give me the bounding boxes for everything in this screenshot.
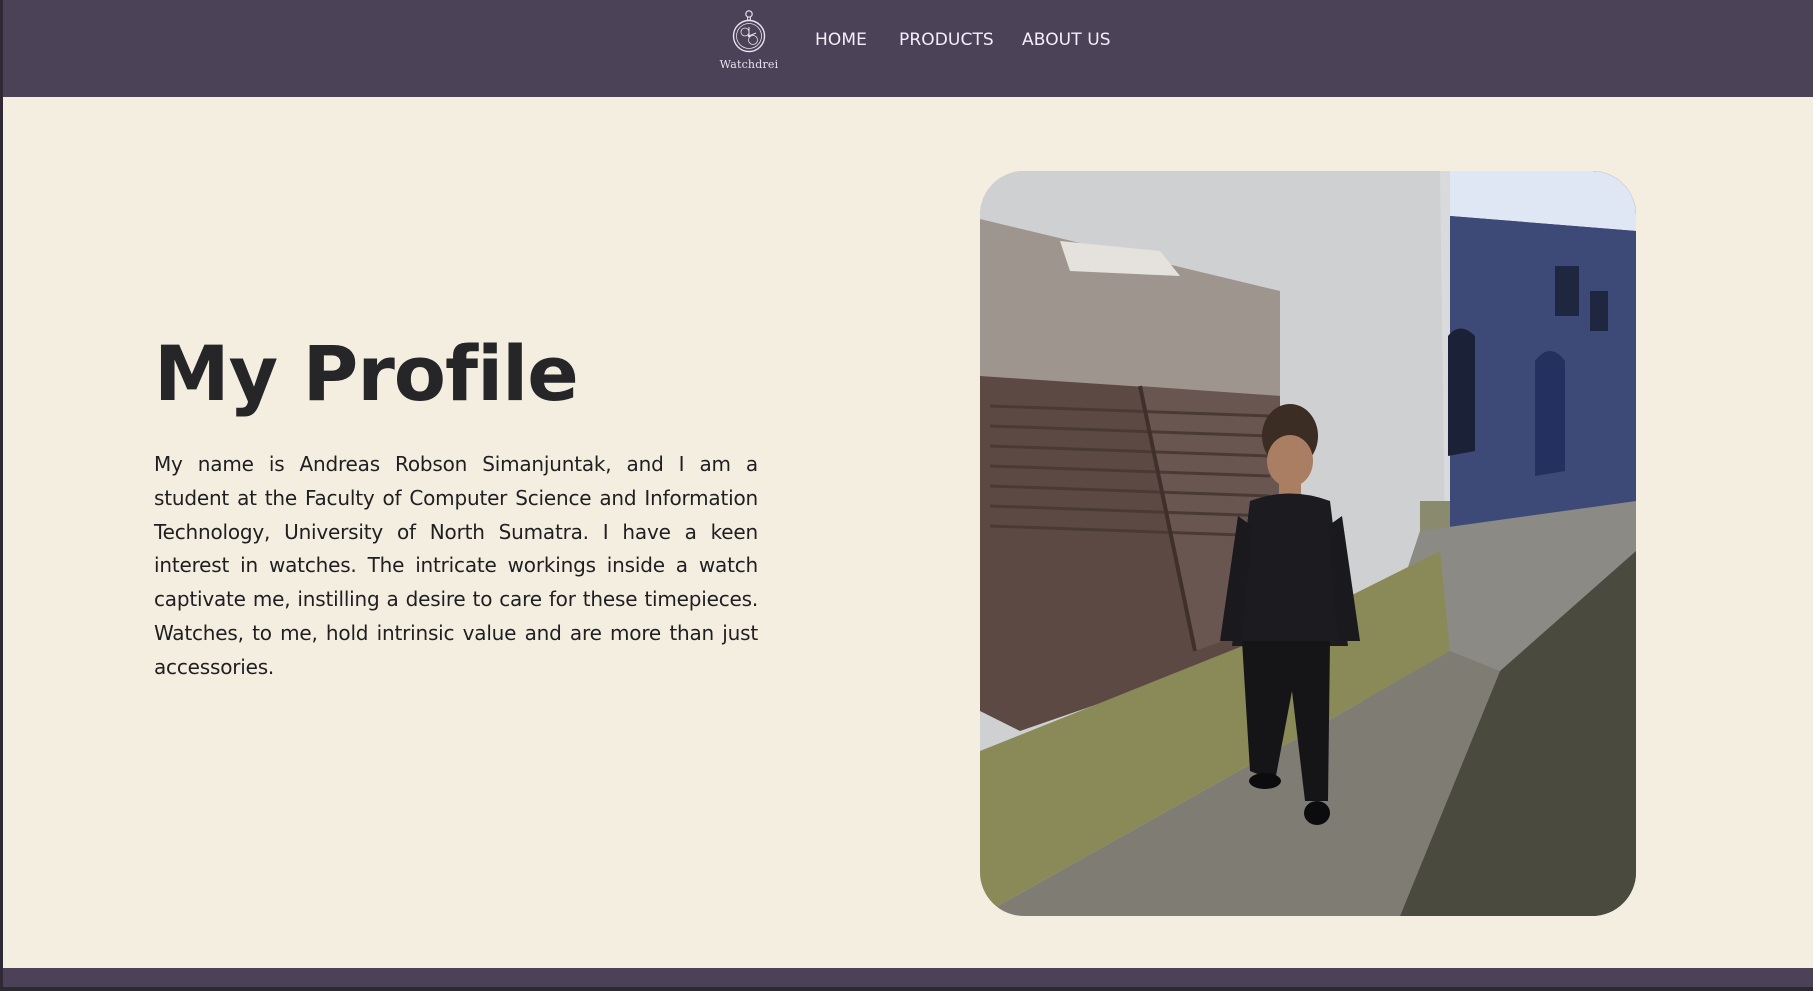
nav-products-link[interactable]: PRODUCTS: [899, 30, 994, 50]
profile-section: My Profile My name is Andreas Robson Sim…: [3, 97, 1813, 968]
navbar: Watchdrei HOME PRODUCTS ABOUT US: [3, 0, 1813, 97]
profile-photo: [980, 171, 1636, 916]
nav-home-link[interactable]: HOME: [815, 30, 867, 50]
brand-name: Watchdrei: [719, 58, 779, 71]
nav-about-us-link[interactable]: ABOUT US: [1022, 30, 1111, 50]
pocket-watch-icon: [732, 10, 766, 53]
profile-bio: My name is Andreas Robson Simanjuntak, a…: [154, 452, 758, 679]
brand-logo-link[interactable]: Watchdrei: [719, 8, 779, 74]
page: Watchdrei HOME PRODUCTS ABOUT US My Prof…: [0, 0, 1813, 991]
footer: [3, 968, 1813, 991]
page-title: My Profile: [154, 329, 579, 418]
footer-divider: [3, 987, 1813, 991]
